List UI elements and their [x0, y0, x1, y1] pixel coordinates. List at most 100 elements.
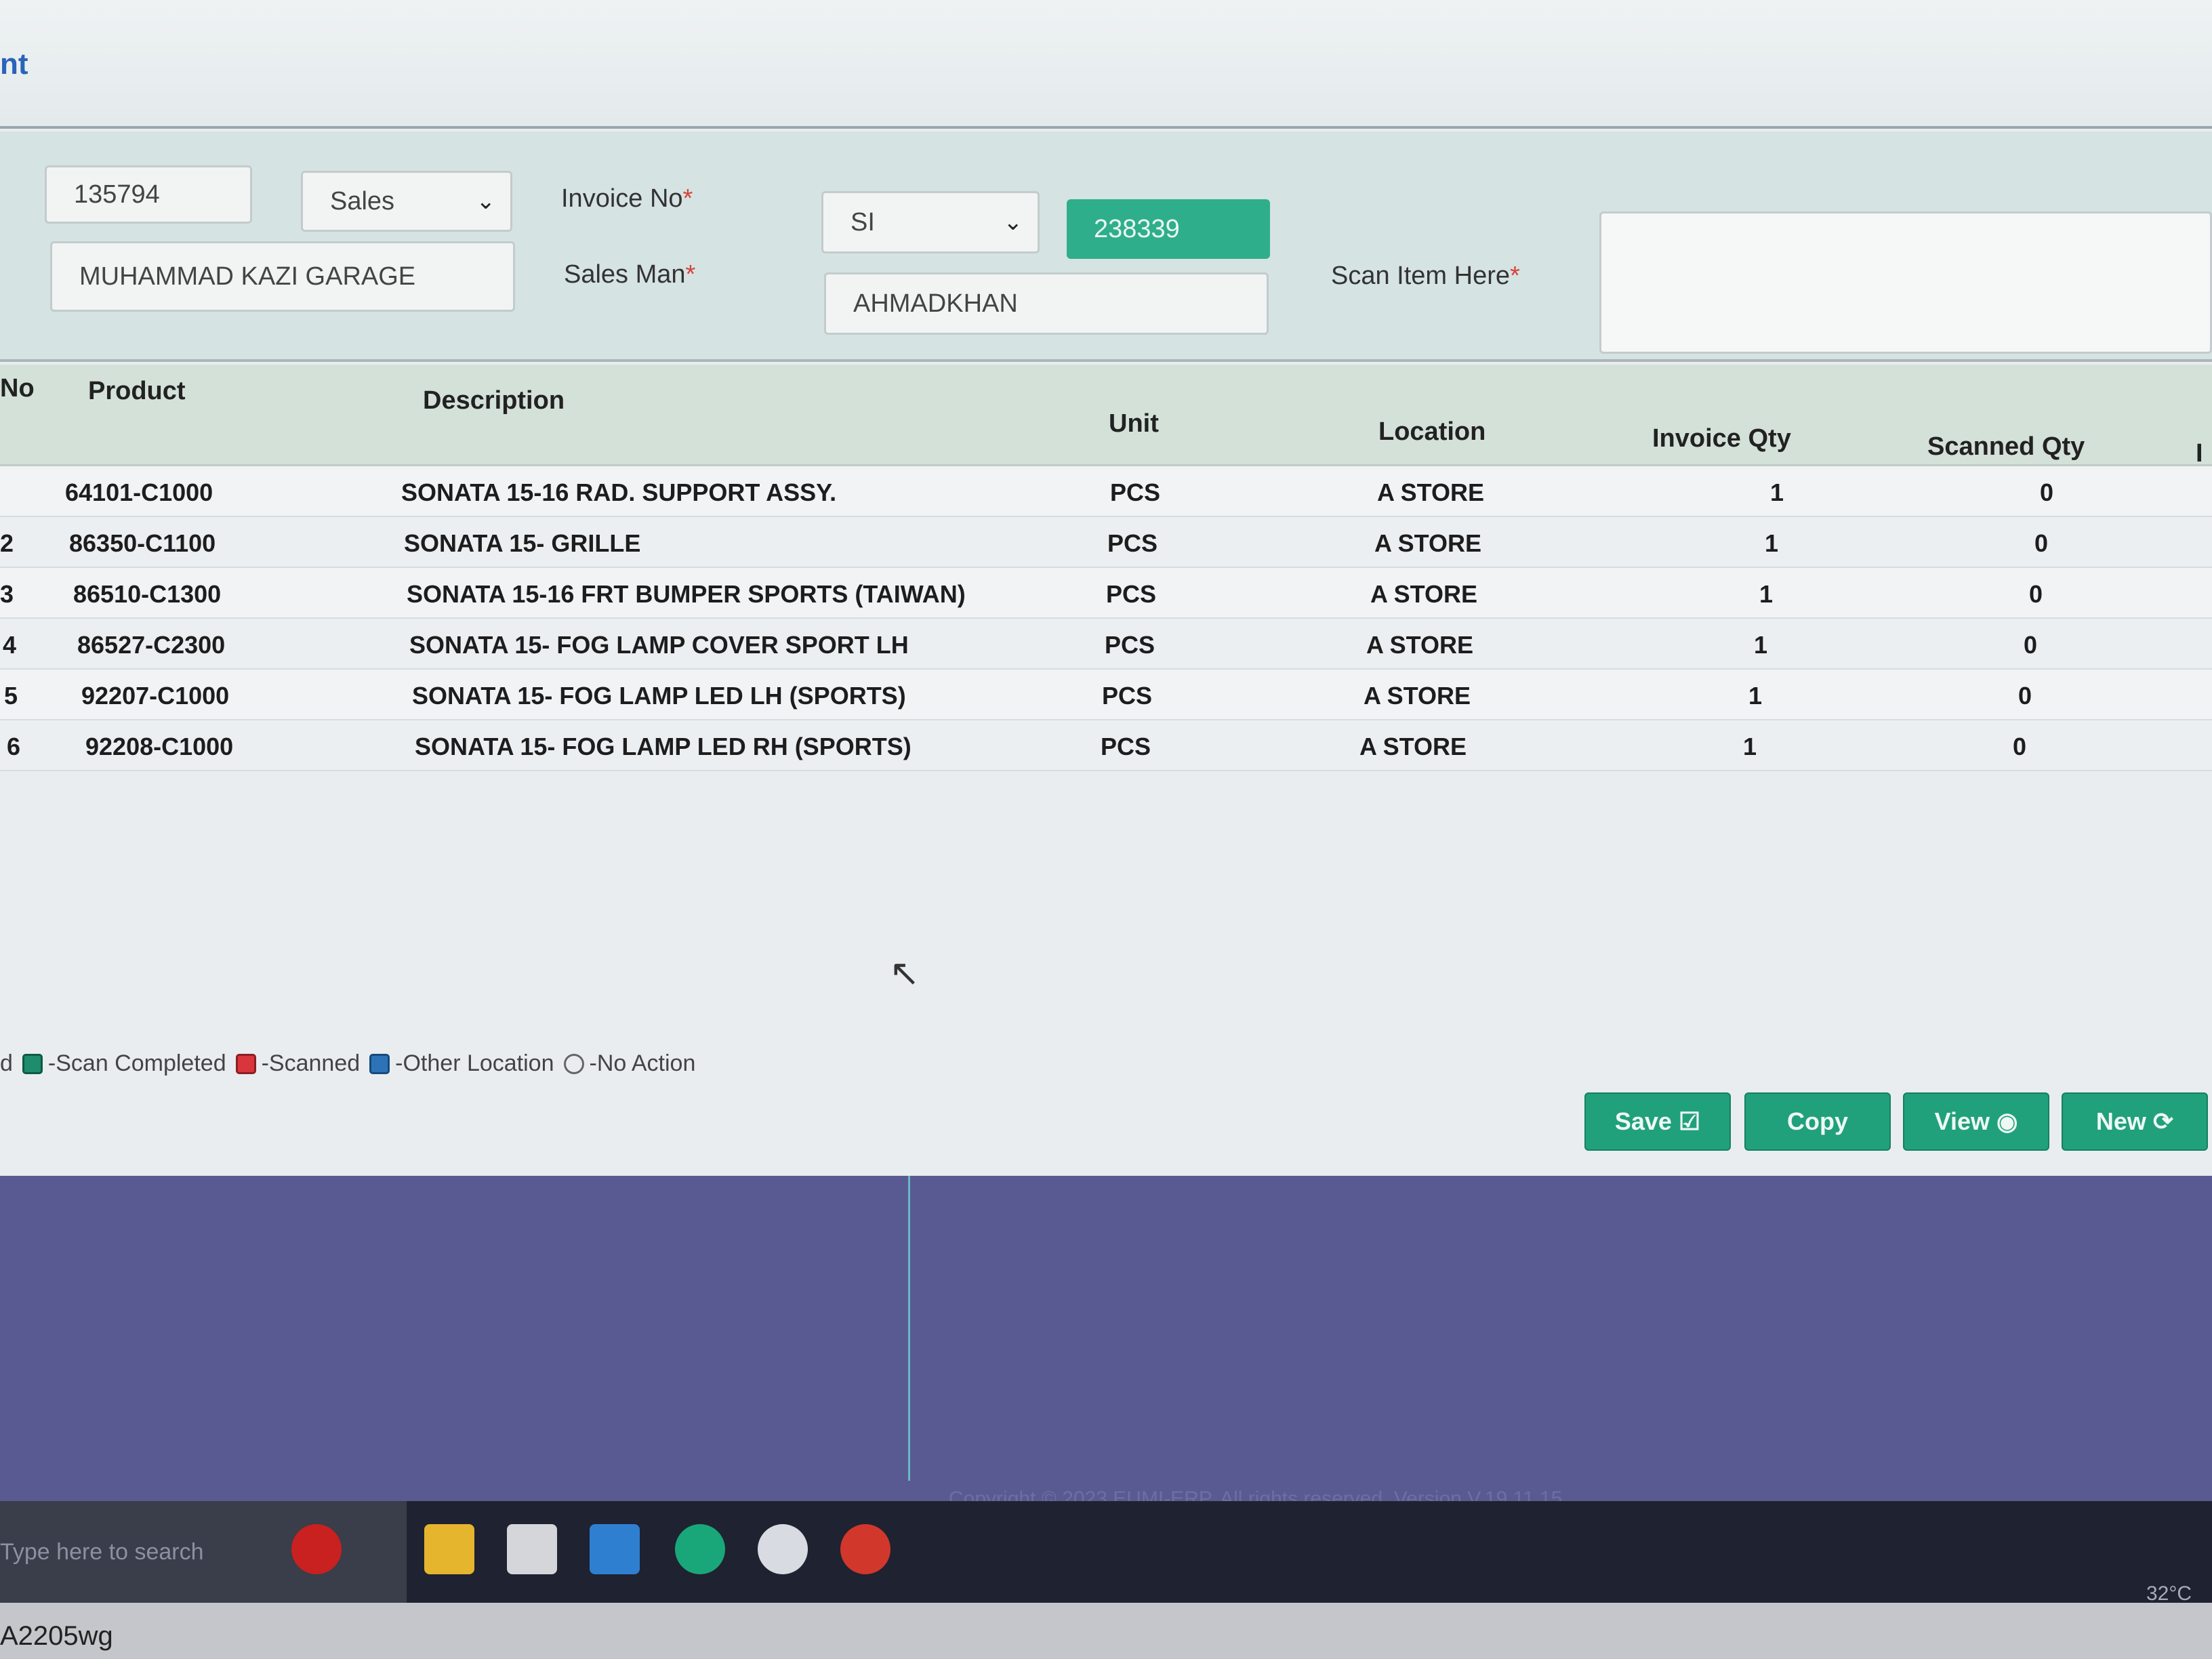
cell-no: 6: [7, 733, 21, 760]
cell-scanned-qty: 0: [2029, 580, 2043, 608]
store-icon[interactable]: [507, 1524, 557, 1574]
cell-location: A STORE: [1377, 478, 1485, 506]
mail-icon[interactable]: [590, 1524, 640, 1574]
cell-unit: PCS: [1102, 682, 1153, 710]
cell-product: 64101-C1000: [65, 478, 213, 506]
view-button-label: View: [1934, 1107, 1990, 1135]
cell-no: 2: [0, 529, 14, 557]
cell-unit: PCS: [1101, 733, 1151, 760]
app-icon[interactable]: [758, 1524, 808, 1574]
table-row[interactable]: 2 86350-C1100 SONATA 15- GRILLE PCS A ST…: [0, 517, 2212, 568]
header-invoice-qty: Invoice Qty: [1652, 424, 1791, 453]
cell-product: 92207-C1000: [81, 682, 230, 710]
invoice-items-table: No Product Description Unit Location Inv…: [0, 365, 2212, 771]
new-button[interactable]: New ⟳: [2062, 1092, 2208, 1151]
search-highlight-icon[interactable]: [291, 1524, 342, 1574]
cell-location: A STORE: [1359, 733, 1467, 760]
cell-product: 86350-C1100: [69, 529, 216, 557]
status-legend: d -Scan Completed -Scanned -Other Locati…: [0, 1050, 695, 1077]
os-taskbar: Type here to search 32°C: [0, 1501, 2212, 1605]
cell-unit: PCS: [1105, 631, 1155, 659]
cell-location: A STORE: [1366, 631, 1474, 659]
legend-scan-completed: -Scan Completed: [47, 1050, 226, 1076]
cell-invoice-qty: 1: [1743, 733, 1757, 760]
mouse-cursor-icon: ↖: [889, 953, 920, 994]
monitor-bezel: [0, 1603, 2212, 1659]
header-location: Location: [1378, 417, 1486, 446]
scan-item-label-text: Scan Item Here: [1331, 262, 1510, 290]
chevron-down-icon: ⌄: [476, 188, 496, 214]
cell-description: SONATA 15- FOG LAMP COVER SPORT LH: [409, 631, 909, 659]
cell-invoice-qty: 1: [1759, 580, 1774, 608]
taskbar-search-placeholder: Type here to search: [0, 1538, 204, 1565]
bezel-text: A2205wg: [0, 1621, 113, 1651]
legend-lead: d: [0, 1050, 13, 1076]
table-row[interactable]: 4 86527-C2300 SONATA 15- FOG LAMP COVER …: [0, 619, 2212, 670]
invoice-number-field[interactable]: 238339: [1067, 199, 1270, 259]
footer-divider: [908, 1176, 910, 1481]
header-description: Description: [423, 386, 565, 415]
cell-unit: PCS: [1106, 580, 1157, 608]
cell-scanned-qty: 0: [2024, 631, 2038, 659]
page-heading: nt: [0, 47, 28, 81]
header-extra: I: [2196, 439, 2203, 468]
taskbar-search-box[interactable]: Type here to search: [0, 1501, 407, 1603]
copy-button[interactable]: Copy: [1744, 1092, 1891, 1151]
header-unit: Unit: [1109, 409, 1159, 438]
required-mark: *: [682, 184, 693, 213]
type-select[interactable]: Sales ⌄: [301, 171, 512, 232]
required-mark: *: [685, 260, 696, 289]
customer-name-field[interactable]: MUHAMMAD KAZI GARAGE: [50, 241, 515, 312]
table-row[interactable]: 6 92208-C1000 SONATA 15- FOG LAMP LED RH…: [0, 720, 2212, 771]
cell-unit: PCS: [1107, 529, 1158, 557]
cell-description: SONATA 15- FOG LAMP LED LH (SPORTS): [412, 682, 906, 710]
cell-invoice-qty: 1: [1765, 529, 1779, 557]
invoice-form-panel: 135794 Sales ⌄ Invoice No* SI ⌄ 238339 M…: [0, 131, 2212, 362]
table-header: No Product Description Unit Location Inv…: [0, 365, 2212, 468]
salesman-field[interactable]: AHMADKHAN: [824, 272, 1269, 335]
cell-scanned-qty: 0: [2034, 529, 2049, 557]
header-product: Product: [88, 377, 186, 405]
salesman-label-text: Sales Man: [564, 260, 686, 289]
chevron-down-icon: ⌄: [1003, 209, 1023, 235]
edge-browser-icon[interactable]: [675, 1524, 725, 1574]
view-button[interactable]: View ◉: [1903, 1092, 2049, 1151]
invoice-prefix-select[interactable]: SI ⌄: [821, 191, 1040, 253]
cell-description: SONATA 15-16 FRT BUMPER SPORTS (TAIWAN): [407, 580, 966, 608]
footer-band: [0, 1176, 2212, 1515]
cell-invoice-qty: 1: [1754, 631, 1768, 659]
cell-product: 92208-C1000: [85, 733, 234, 760]
invoice-no-label-text: Invoice No: [561, 184, 683, 213]
table-row[interactable]: 3 86510-C1300 SONATA 15-16 FRT BUMPER SP…: [0, 568, 2212, 619]
legend-scanned: -Scanned: [261, 1050, 361, 1076]
no-action-swatch-icon: [563, 1053, 584, 1074]
file-explorer-icon[interactable]: [424, 1524, 474, 1574]
refresh-icon: ⟳: [2152, 1107, 2174, 1135]
cell-invoice-qty: 1: [1770, 478, 1784, 506]
chrome-browser-icon[interactable]: [840, 1524, 890, 1574]
cell-scanned-qty: 0: [2013, 733, 2027, 760]
required-mark: *: [1510, 262, 1520, 290]
cell-invoice-qty: 1: [1748, 682, 1763, 710]
header-no: No: [0, 374, 35, 403]
cell-product: 86510-C1300: [73, 580, 222, 608]
table-body: 64101-C1000 SONATA 15-16 RAD. SUPPORT AS…: [0, 466, 2212, 771]
eye-icon: ◉: [1996, 1107, 2018, 1135]
cell-location: A STORE: [1370, 580, 1478, 608]
cell-unit: PCS: [1110, 478, 1161, 506]
legend-no-action: -No Action: [589, 1050, 696, 1076]
table-row[interactable]: 64101-C1000 SONATA 15-16 RAD. SUPPORT AS…: [0, 466, 2212, 517]
copy-button-label: Copy: [1787, 1107, 1848, 1135]
type-select-value: Sales: [330, 186, 395, 216]
scan-item-input[interactable]: [1599, 211, 2212, 354]
header-scanned-qty: Scanned Qty: [1927, 432, 2085, 461]
legend-other-location: -Other Location: [395, 1050, 554, 1076]
cell-no: 5: [4, 682, 18, 710]
customer-code-field[interactable]: 135794: [45, 165, 252, 224]
scan-completed-swatch-icon: [22, 1053, 43, 1074]
new-button-label: New: [2095, 1107, 2146, 1135]
scan-item-label: Scan Item Here*: [1331, 262, 1520, 291]
save-button[interactable]: Save ☑: [1584, 1092, 1731, 1151]
table-row[interactable]: 5 92207-C1000 SONATA 15- FOG LAMP LED LH…: [0, 670, 2212, 720]
salesman-label: Sales Man*: [564, 260, 695, 289]
